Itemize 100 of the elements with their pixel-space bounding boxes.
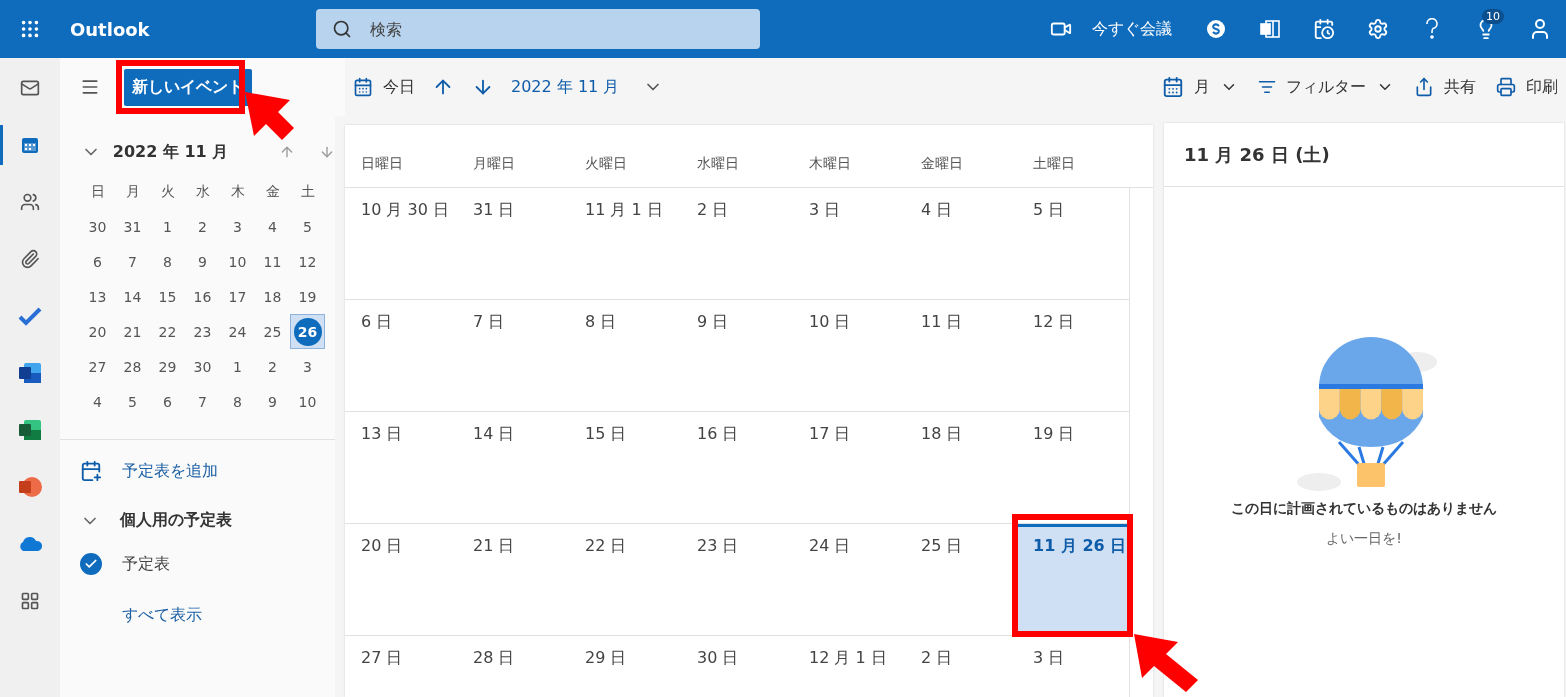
spreadsheet-app-icon <box>18 419 42 441</box>
date-cell[interactable]: 30 <box>80 209 115 244</box>
weekday-header: 日曜日 <box>360 154 404 173</box>
day-title: 11 月 26 日 (土) <box>1164 123 1564 187</box>
date-cell[interactable]: 23 <box>185 314 220 349</box>
date-cell[interactable]: 7 <box>115 244 150 279</box>
date-cell[interactable]: 24 <box>220 314 255 349</box>
meet-now-button[interactable]: 今すぐ会議 <box>1040 9 1182 49</box>
checkmark-icon <box>18 306 42 326</box>
arrow-drawing <box>245 92 294 140</box>
date-cell[interactable]: 15 <box>150 279 185 314</box>
search-input[interactable]: 検索 <box>368 18 760 40</box>
weekday-header: 水曜日 <box>696 154 740 173</box>
up-arrow-icon[interactable] <box>279 144 295 160</box>
date-cell[interactable]: 30 <box>185 349 220 384</box>
date-cell[interactable]: 25 <box>255 314 290 349</box>
date-cell[interactable]: 3 <box>220 209 255 244</box>
date-cell[interactable]: 14 <box>115 279 150 314</box>
date-cell[interactable]: 13 <box>80 279 115 314</box>
down-arrow-icon[interactable] <box>319 144 335 160</box>
arrow-drawing <box>1134 634 1198 692</box>
mail-icon <box>20 78 40 98</box>
date-cell[interactable]: 19 <box>290 279 325 314</box>
weekday-label: 土 <box>299 181 316 201</box>
document-app-icon <box>18 362 42 384</box>
date-cell[interactable]: 7 <box>185 384 220 419</box>
date-cell[interactable]: 20 <box>80 314 115 349</box>
date-cell[interactable]: 4 <box>80 384 115 419</box>
weekday-header: 火曜日 <box>584 154 628 173</box>
date-cell[interactable]: 2 <box>185 209 220 244</box>
date-cell[interactable]: 5 <box>290 209 325 244</box>
search-field[interactable]: 検索 <box>316 9 760 49</box>
empty-subtitle: よい一日を! <box>1326 530 1402 548</box>
date-cell[interactable]: 1 <box>150 209 185 244</box>
calendar-icon <box>20 135 40 155</box>
date-cell[interactable]: 10 <box>220 244 255 279</box>
cloud-icon <box>17 536 43 552</box>
empty-title: この日に計画されているものはありません <box>1231 500 1497 518</box>
weekday-label: 水 <box>194 181 211 201</box>
date-cell[interactable]: 5 <box>115 384 150 419</box>
date-cell[interactable]: 8 <box>150 244 185 279</box>
share-icon <box>1414 77 1434 97</box>
date-cell[interactable]: 28 <box>115 349 150 384</box>
date-cell[interactable]: 27 <box>80 349 115 384</box>
weekday-header: 木曜日 <box>808 154 852 173</box>
date-cell[interactable]: 3 <box>290 349 325 384</box>
weekday-label: 日 <box>89 181 106 201</box>
day-cell[interactable]: 10 月 30 日 <box>345 188 457 300</box>
weekday-label: 月 <box>124 181 141 201</box>
period-dropdown[interactable]: 2022 年 11 月 <box>503 69 672 105</box>
date-cell[interactable]: 9 <box>255 384 290 419</box>
apps-icon <box>20 591 40 611</box>
date-cell[interactable]: 22 <box>150 314 185 349</box>
day-cell[interactable]: 27 日 <box>345 636 457 697</box>
weekday-header: 土曜日 <box>1032 154 1076 173</box>
date-cell[interactable]: 26 <box>290 314 325 349</box>
tips-button[interactable]: 10 <box>1466 9 1506 49</box>
date-cell[interactable]: 21 <box>115 314 150 349</box>
presentation-app-icon <box>18 476 42 498</box>
date-cell[interactable]: 31 <box>115 209 150 244</box>
day-cell[interactable]: 6 日 <box>345 300 457 412</box>
date-cell[interactable]: 4 <box>255 209 290 244</box>
date-cell[interactable]: 18 <box>255 279 290 314</box>
calendar-item[interactable]: 予定表 <box>60 541 335 587</box>
day-cell[interactable]: 13 日 <box>345 412 457 524</box>
date-cell[interactable]: 29 <box>150 349 185 384</box>
print-button[interactable]: 印刷 <box>1488 69 1566 105</box>
paperclip-icon <box>20 249 40 269</box>
date-cell[interactable]: 6 <box>150 384 185 419</box>
date-cell[interactable]: 6 <box>80 244 115 279</box>
date-cell[interactable]: 11 <box>255 244 290 279</box>
share-button[interactable]: 共有 <box>1406 69 1484 105</box>
calendar-group-header[interactable]: 個人用の予定表 <box>60 492 335 541</box>
view-dropdown[interactable]: 月 <box>1154 69 1246 105</box>
day-cell[interactable]: 20 日 <box>345 524 457 636</box>
date-cell[interactable]: 2 <box>255 349 290 384</box>
weekday-label: 火 <box>159 181 176 201</box>
add-calendar-link[interactable]: 予定表を追加 <box>60 450 335 492</box>
calendar-icon <box>1162 76 1184 98</box>
filter-dropdown[interactable]: フィルター <box>1250 69 1402 105</box>
date-cell[interactable]: 12 <box>290 244 325 279</box>
month-title: 2022 年 11 月 <box>112 141 230 163</box>
weekday-header: 金曜日 <box>920 154 964 173</box>
date-cell[interactable]: 8 <box>220 384 255 419</box>
date-cell[interactable]: 1 <box>220 349 255 384</box>
weekday-label: 金 <box>264 181 281 201</box>
search-icon <box>332 19 352 39</box>
people-icon <box>20 192 40 212</box>
weekday-label: 木 <box>229 181 246 201</box>
app-title: Outlook <box>70 18 151 40</box>
show-all-link[interactable]: すべて表示 <box>60 587 202 626</box>
weekday-header: 月曜日 <box>472 154 516 173</box>
filter-icon <box>1258 78 1276 96</box>
date-cell[interactable]: 9 <box>185 244 220 279</box>
date-cell[interactable]: 16 <box>185 279 220 314</box>
date-cell[interactable]: 17 <box>220 279 255 314</box>
date-cell[interactable]: 10 <box>290 384 325 419</box>
calendar-icon <box>353 77 373 97</box>
notification-badge: 10 <box>1482 9 1504 24</box>
today-button[interactable]: 今日 <box>345 69 423 105</box>
